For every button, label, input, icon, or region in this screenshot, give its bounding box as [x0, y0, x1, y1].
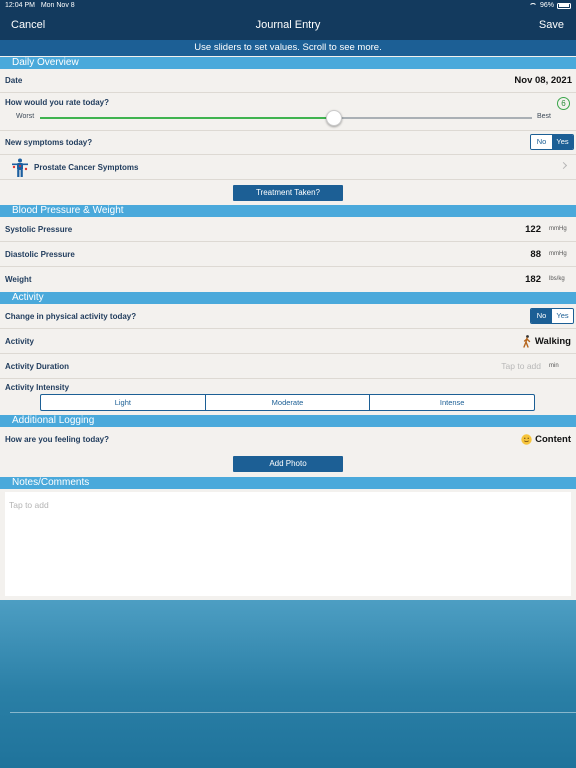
bottom-background — [0, 600, 576, 768]
weight-label: Weight — [5, 275, 32, 284]
date-row[interactable]: Date Nov 08, 2021 — [0, 69, 576, 93]
section-header-daily-overview: Daily Overview — [0, 57, 576, 69]
navigation-bar: Cancel Journal Entry Save — [0, 12, 576, 40]
symptom-item-label: Prostate Cancer Symptoms — [34, 163, 139, 172]
section-header-notes: Notes/Comments — [0, 477, 576, 489]
weight-value[interactable]: 182 — [525, 274, 541, 285]
rating-slider-thumb[interactable] — [326, 110, 342, 126]
add-photo-button[interactable]: Add Photo — [233, 456, 343, 472]
rating-label: How would you rate today? — [5, 98, 110, 107]
date-value[interactable]: Nov 08, 2021 — [514, 75, 572, 86]
activity-change-toggle[interactable]: No Yes — [530, 308, 574, 324]
activity-change-row: Change in physical activity today? No Ye… — [0, 304, 576, 329]
weight-unit: lbs/kg — [549, 276, 565, 282]
rating-slider-track[interactable] — [334, 117, 532, 119]
treatment-taken-button[interactable]: Treatment Taken? — [233, 185, 343, 201]
symptoms-row: New symptoms today? No Yes — [0, 131, 576, 155]
body-figure-icon — [12, 158, 28, 177]
symptoms-toggle[interactable]: No Yes — [530, 134, 574, 150]
systolic-unit: mmHg — [549, 226, 567, 232]
diastolic-row[interactable]: Diastolic Pressure 88 mmHg — [0, 242, 576, 267]
activity-duration-row[interactable]: Activity Duration Tap to add min — [0, 354, 576, 379]
feeling-value[interactable]: Content — [535, 434, 571, 445]
systolic-row[interactable]: Systolic Pressure 122 mmHg — [0, 217, 576, 242]
symptoms-no-option[interactable]: No — [531, 135, 552, 149]
symptoms-label: New symptoms today? — [5, 138, 93, 147]
divider-line — [10, 712, 576, 713]
battery-percent: 96% — [539, 2, 554, 9]
activity-intensity-label: Activity Intensity — [5, 383, 70, 392]
section-header-blood-pressure: Blood Pressure & Weight — [0, 205, 576, 217]
activity-intensity-selector[interactable]: Light Moderate Intense — [40, 394, 535, 411]
smiley-face-icon — [521, 434, 532, 445]
intensity-option-intense[interactable]: Intense — [370, 395, 534, 410]
slider-max-label: Best — [537, 113, 552, 120]
battery-icon — [557, 2, 571, 9]
diastolic-value[interactable]: 88 — [530, 249, 541, 260]
systolic-value[interactable]: 122 — [525, 224, 541, 235]
activity-row[interactable]: Activity Walking — [0, 329, 576, 354]
activity-change-yes-option[interactable]: Yes — [552, 309, 573, 323]
symptoms-yes-option[interactable]: Yes — [552, 135, 573, 149]
save-button[interactable]: Save — [539, 19, 564, 31]
rating-value-badge: 6 — [557, 97, 570, 110]
section-header-additional-logging: Additional Logging — [0, 415, 576, 427]
activity-change-label: Change in physical activity today? — [5, 312, 137, 321]
symptom-item-row[interactable]: Prostate Cancer Symptoms — [0, 155, 576, 180]
feeling-row[interactable]: How are you feeling today? Content — [0, 427, 576, 452]
activity-duration-input[interactable]: Tap to add — [501, 361, 541, 371]
instruction-banner: Use sliders to set values. Scroll to see… — [0, 40, 576, 56]
walking-person-icon — [523, 335, 531, 348]
weight-row[interactable]: Weight 182 lbs/kg — [0, 267, 576, 292]
diastolic-unit: mmHg — [549, 251, 567, 257]
activity-value[interactable]: Walking — [535, 336, 571, 347]
status-time: 12:04 PM Mon Nov 8 — [5, 2, 75, 9]
wifi-icon — [528, 2, 537, 9]
diastolic-label: Diastolic Pressure — [5, 250, 75, 259]
activity-label: Activity — [5, 337, 34, 346]
systolic-label: Systolic Pressure — [5, 225, 73, 234]
rating-row: How would you rate today? — [0, 93, 576, 131]
notes-textarea[interactable]: Tap to add — [5, 492, 571, 596]
notes-placeholder: Tap to add — [9, 500, 49, 510]
status-bar: 12:04 PM Mon Nov 8 96% — [0, 0, 576, 12]
slider-min-label: Worst — [16, 113, 35, 120]
activity-change-no-option[interactable]: No — [531, 309, 552, 323]
intensity-option-light[interactable]: Light — [41, 395, 206, 410]
page-title: Journal Entry — [255, 19, 321, 31]
rating-slider-fill[interactable] — [40, 117, 334, 119]
activity-duration-unit: min — [549, 363, 559, 369]
section-header-activity: Activity — [0, 292, 576, 304]
activity-duration-label: Activity Duration — [5, 362, 70, 371]
intensity-option-moderate[interactable]: Moderate — [206, 395, 371, 410]
date-label: Date — [5, 76, 23, 85]
feeling-label: How are you feeling today? — [5, 435, 110, 444]
